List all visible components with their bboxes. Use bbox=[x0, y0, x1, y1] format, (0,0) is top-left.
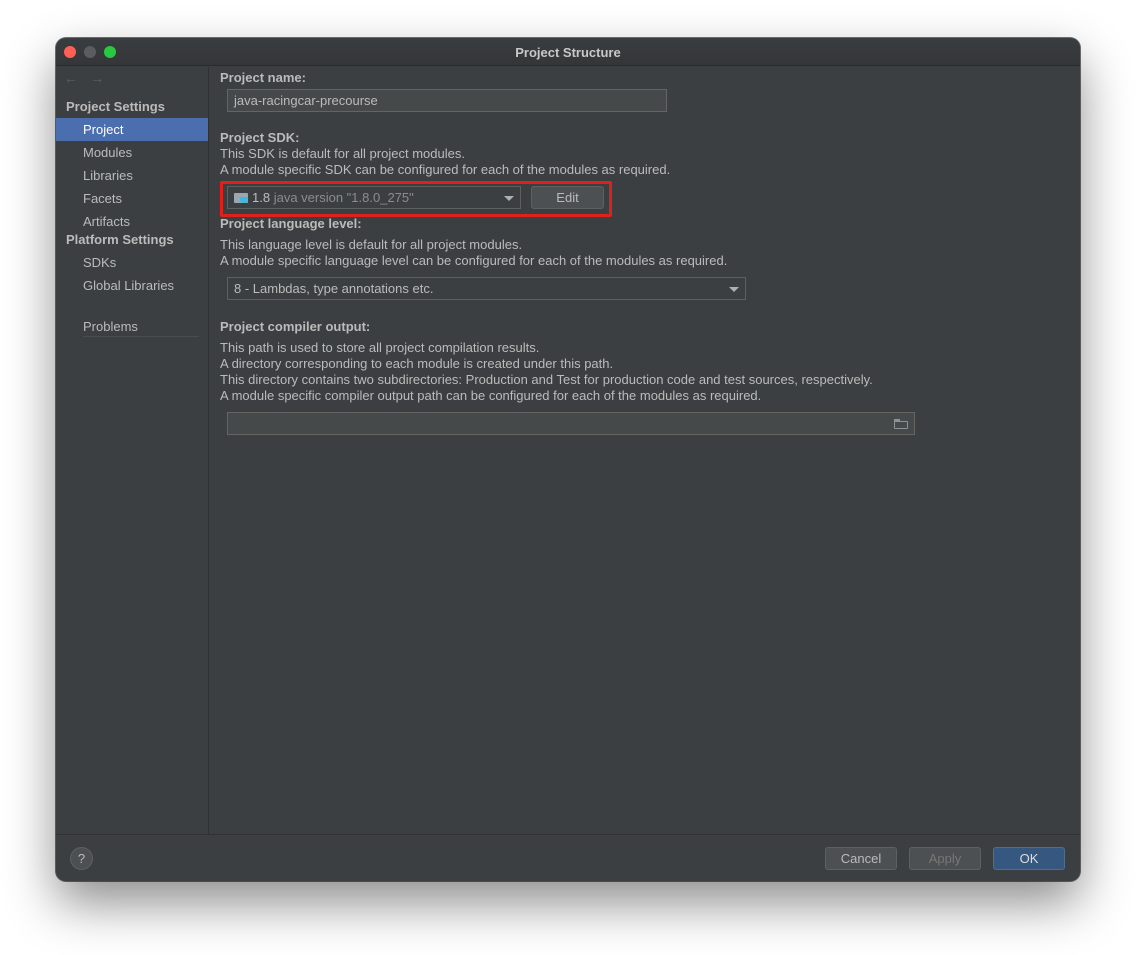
chevron-down-icon bbox=[729, 287, 739, 292]
browse-folder-icon[interactable] bbox=[894, 419, 908, 429]
compiler-description-3: This directory contains two subdirectori… bbox=[220, 372, 873, 387]
language-level-value: 8 - Lambdas, type annotations etc. bbox=[234, 281, 434, 296]
compiler-description-4: A module specific compiler output path c… bbox=[220, 388, 762, 403]
cancel-button[interactable]: Cancel bbox=[825, 847, 897, 870]
back-arrow-icon[interactable]: ← bbox=[64, 70, 78, 86]
ok-button[interactable]: OK bbox=[993, 847, 1065, 870]
platform-settings-header: Platform Settings bbox=[66, 232, 174, 247]
project-sdk-label: Project SDK: bbox=[220, 130, 300, 145]
apply-button[interactable]: Apply bbox=[909, 847, 981, 870]
project-settings-header: Project Settings bbox=[66, 99, 165, 114]
forward-arrow-icon[interactable]: → bbox=[90, 70, 104, 86]
project-structure-dialog: Project Structure ← → Project Settings Pr… bbox=[56, 38, 1080, 881]
title-bar: Project Structure bbox=[56, 38, 1080, 66]
sidebar-item-problems[interactable]: Problems bbox=[56, 315, 208, 338]
sidebar-item-artifacts[interactable]: Artifacts bbox=[56, 210, 208, 233]
project-settings-panel: Project name: java-racingcar-precourse P… bbox=[210, 67, 1080, 834]
language-description-1: This language level is default for all p… bbox=[220, 237, 523, 252]
sidebar-item-libraries[interactable]: Libraries bbox=[56, 164, 208, 187]
nav-arrows: ← → bbox=[64, 70, 116, 86]
compiler-output-input[interactable] bbox=[227, 412, 915, 435]
sidebar-item-modules[interactable]: Modules bbox=[56, 141, 208, 164]
sidebar-item-global-libraries[interactable]: Global Libraries bbox=[56, 274, 208, 297]
compiler-description-1: This path is used to store all project c… bbox=[220, 340, 540, 355]
compiler-output-label: Project compiler output: bbox=[220, 319, 371, 334]
sidebar-item-facets[interactable]: Facets bbox=[56, 187, 208, 210]
sdk-highlight-box bbox=[220, 181, 612, 217]
sidebar: ← → Project Settings Project Modules Libr… bbox=[56, 67, 209, 834]
language-level-select[interactable]: 8 - Lambdas, type annotations etc. bbox=[227, 277, 746, 300]
language-description-2: A module specific language level can be … bbox=[220, 253, 728, 268]
sdk-description-2: A module specific SDK can be configured … bbox=[220, 162, 671, 177]
sdk-description-1: This SDK is default for all project modu… bbox=[220, 146, 465, 161]
window-title: Project Structure bbox=[515, 45, 621, 60]
sidebar-item-project[interactable]: Project bbox=[56, 118, 208, 141]
project-name-input[interactable]: java-racingcar-precourse bbox=[227, 89, 667, 112]
project-name-label: Project name: bbox=[220, 70, 306, 85]
compiler-description-2: A directory corresponding to each module… bbox=[220, 356, 614, 371]
sidebar-item-sdks[interactable]: SDKs bbox=[56, 251, 208, 274]
dialog-footer: ? Cancel Apply OK bbox=[56, 834, 1080, 881]
help-button[interactable]: ? bbox=[70, 847, 93, 870]
language-level-label: Project language level: bbox=[220, 216, 362, 231]
